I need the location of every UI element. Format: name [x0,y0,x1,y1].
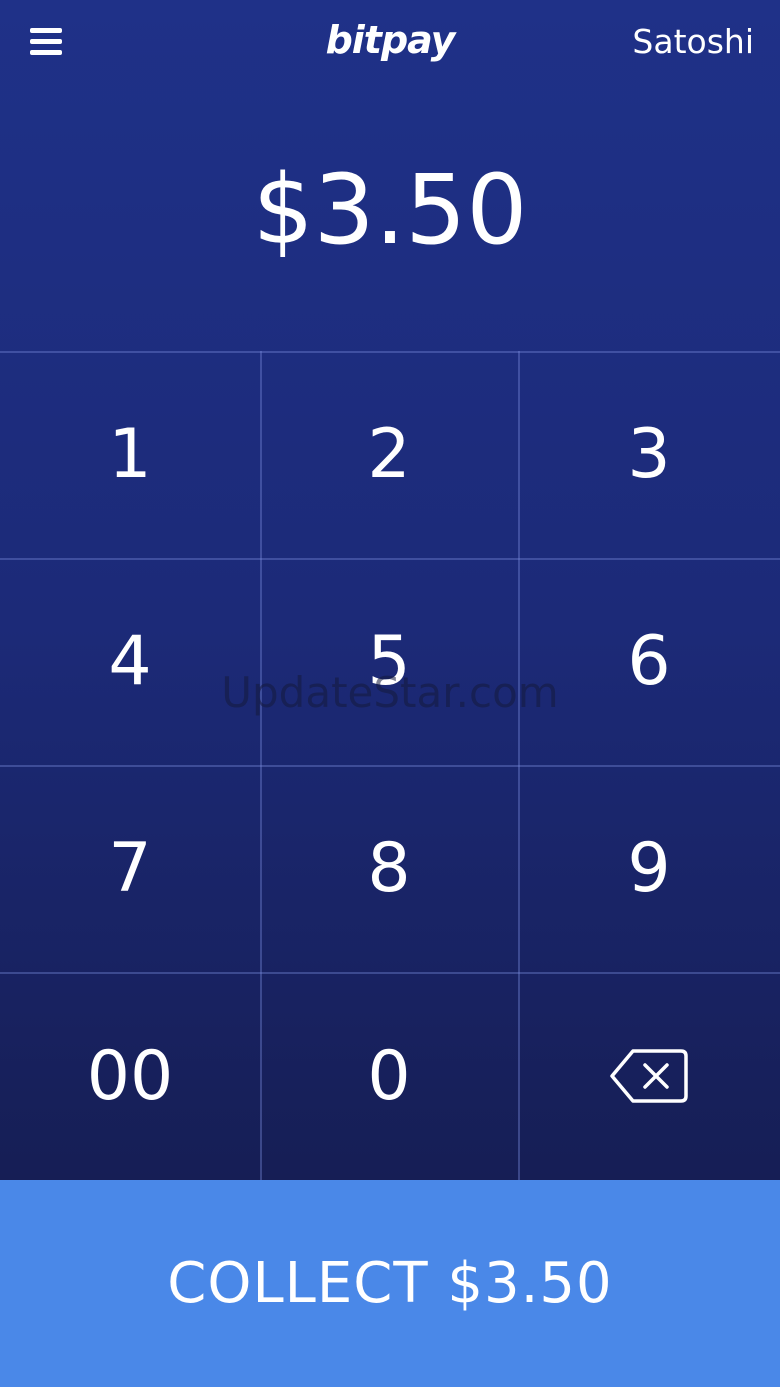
amount-display: $3.50 [252,154,528,266]
key-7[interactable]: 7 [0,765,260,972]
key-4[interactable]: 4 [0,558,260,765]
backspace-button[interactable] [518,972,780,1180]
key-0[interactable]: 0 [260,972,518,1180]
collect-button[interactable]: COLLECT $3.50 [0,1180,780,1387]
key-3[interactable]: 3 [518,351,780,558]
backspace-icon [610,1049,688,1103]
pos-screen: bitpay Satoshi $3.50 1 2 3 4 5 6 7 8 9 0… [0,0,780,1387]
collect-button-label: COLLECT $3.50 [167,1251,613,1316]
key-2[interactable]: 2 [260,351,518,558]
header: bitpay Satoshi [0,0,780,84]
key-1[interactable]: 1 [0,351,260,558]
keypad: 1 2 3 4 5 6 7 8 9 00 0 [0,351,780,1180]
key-9[interactable]: 9 [518,765,780,972]
key-00[interactable]: 00 [0,972,260,1180]
key-5[interactable]: 5 [260,558,518,765]
key-8[interactable]: 8 [260,765,518,972]
user-name[interactable]: Satoshi [632,18,754,66]
key-6[interactable]: 6 [518,558,780,765]
